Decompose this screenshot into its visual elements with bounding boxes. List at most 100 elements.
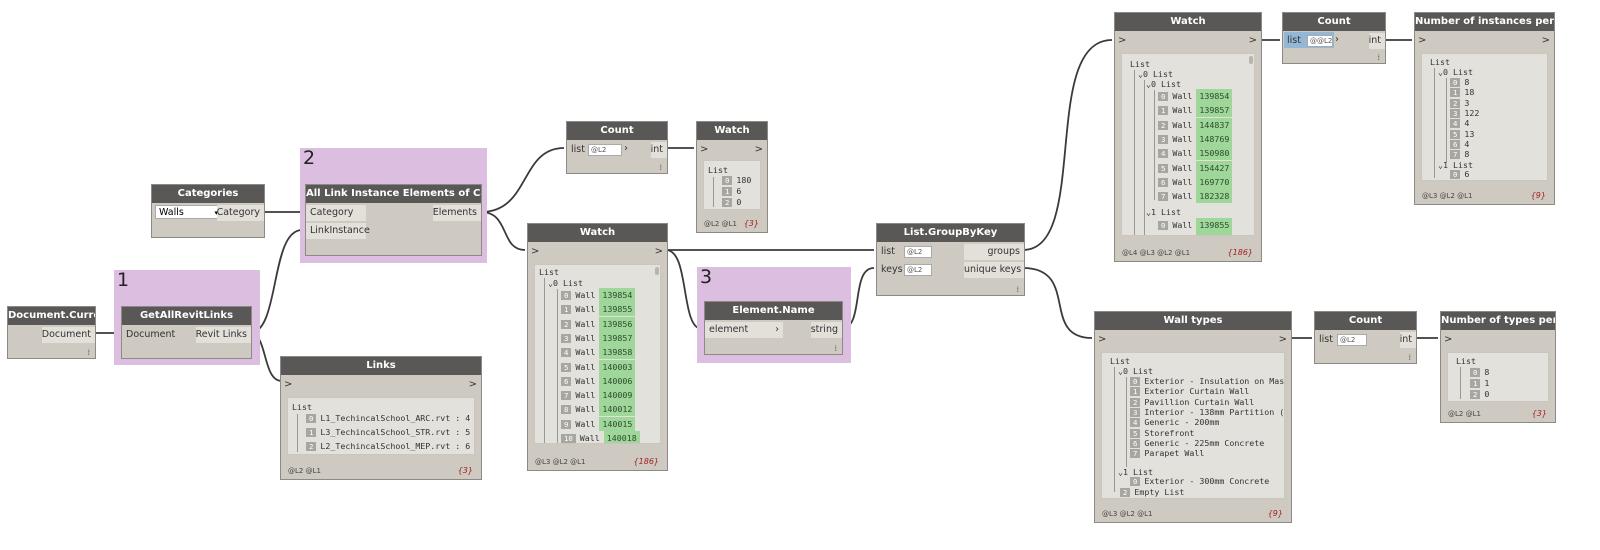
output-port-document[interactable]: Document — [41, 327, 95, 343]
list-item: 7 Parapet Wall — [1130, 446, 1204, 460]
output-port-string[interactable]: string — [810, 322, 842, 338]
input-port-list[interactable]: list — [1283, 33, 1301, 49]
output-port-unique-keys[interactable]: unique keys — [964, 262, 1024, 278]
item-count: {186} — [1227, 248, 1253, 257]
node-list-groupbykey[interactable]: List.GroupByKey list @L2 keys @L2 groups… — [876, 223, 1025, 296]
tree-line — [557, 289, 558, 443]
output-chevron-icon[interactable]: > — [1279, 333, 1287, 347]
input-chevron-icon[interactable]: > — [1118, 34, 1126, 48]
list-item: 1Wall139856 — [1158, 232, 1233, 235]
scrollbar[interactable] — [1249, 56, 1253, 64]
item-count: {3} — [1531, 409, 1547, 418]
resize-grip[interactable]: ⁞ — [1016, 285, 1019, 294]
lacing-levels: @L3 @L2 @L1 — [1422, 192, 1473, 200]
resize-grip[interactable]: ⁞ — [1377, 53, 1380, 62]
watch-display[interactable]: List 08 11 20 — [1447, 352, 1549, 402]
input-chevron-icon[interactable]: > — [1444, 333, 1452, 347]
watch-display[interactable]: List 0 180 16 20 — [703, 160, 761, 210]
lacing-selector[interactable]: @L2 — [904, 264, 932, 276]
output-chevron-icon[interactable]: > — [1542, 34, 1550, 48]
tree-line — [713, 177, 714, 207]
list-item: 9 Wall 140015 — [561, 416, 636, 431]
category-dropdown[interactable]: Walls ▾ — [155, 205, 222, 219]
node-get-all-revit-links[interactable]: GetAllRevitLinks Document Revit Links — [121, 306, 252, 359]
lacing-selector[interactable]: @L2 — [588, 144, 622, 156]
input-port-list[interactable]: list — [1315, 332, 1333, 348]
node-count-types[interactable]: Count list @L2 int ⁞ — [1314, 311, 1417, 364]
input-port-element[interactable]: element › — [705, 322, 783, 338]
node-document-current[interactable]: Document.Current Document ⁞ — [7, 306, 96, 359]
list-item: 6 Wall 169770 — [1158, 174, 1233, 189]
output-chevron-icon[interactable]: > — [655, 245, 663, 259]
node-title: Number of types per link — [1441, 312, 1555, 330]
resize-grip[interactable]: ⁞ — [87, 348, 90, 357]
output-port-int[interactable]: int — [650, 142, 667, 158]
dropdown-value: Walls — [159, 207, 184, 218]
watch-display[interactable]: List ⌄0 List ⌄0 List 0 Wall 139854 1 Wall 139… — [1121, 53, 1255, 236]
node-title: List.GroupByKey — [877, 224, 1024, 242]
watch-display[interactable]: List ⌄0 List 0 Exterior - Insulation on M… — [1101, 352, 1285, 499]
list-item: 2 Wall 144837 — [1158, 117, 1233, 132]
resize-grip[interactable]: ⁞ — [1408, 353, 1411, 362]
input-port-document[interactable]: Document — [122, 327, 175, 343]
item-count: {9} — [1267, 509, 1283, 518]
lacing-levels: @L3 @L2 @L1 — [1102, 510, 1153, 518]
watch-display[interactable]: List ⌄0 List 0 8 1 18 2 3 3 122 4 4 5 13 6 4 7 8 ⌄1 Lis… — [1421, 53, 1548, 181]
output-port-groups[interactable]: groups — [964, 244, 1024, 260]
node-title: Element.Name — [705, 302, 842, 320]
node-title: Watch — [528, 224, 667, 242]
node-wall-types[interactable]: Wall types > > List ⌄0 List 0 Exterior - … — [1094, 311, 1292, 523]
output-chevron-icon[interactable]: > — [1249, 34, 1257, 48]
input-port-category[interactable]: Category — [306, 205, 366, 221]
lacing-selector[interactable]: @@L2 — [1307, 35, 1333, 47]
output-port-int[interactable]: int — [1368, 33, 1385, 49]
scrollbar[interactable] — [655, 267, 659, 275]
group-number: 1 — [117, 269, 130, 291]
list-item: 5 Wall 140003 — [561, 359, 636, 374]
output-port-elements[interactable]: Elements — [432, 205, 481, 221]
tree-line — [1446, 78, 1447, 163]
output-chevron-icon[interactable]: > — [469, 378, 477, 392]
node-instances-per-type[interactable]: Number of instances per type > > List ⌄0… — [1414, 12, 1555, 205]
node-element-name[interactable]: Element.Name element › string ⁞ — [704, 301, 843, 355]
node-watch-elements[interactable]: Watch > > List ⌄0 List 0 Wall 139854 1 Wall 1… — [527, 223, 668, 471]
chevron-right-icon: › — [775, 324, 779, 335]
resize-grip[interactable]: ⁞ — [834, 344, 837, 353]
output-port-revit-links[interactable]: Revit Links — [195, 327, 251, 343]
group-number: 3 — [700, 266, 713, 288]
input-chevron-icon[interactable]: > — [1418, 34, 1426, 48]
lacing-selector[interactable]: @L2 — [904, 246, 932, 258]
input-port-keys[interactable]: keys — [877, 262, 903, 278]
list-item: 4 Wall 150980 — [1158, 146, 1233, 161]
node-count[interactable]: Count list @L2 › int ⁞ — [566, 121, 668, 174]
sublist-header: ⌄1 List — [1146, 207, 1181, 217]
input-chevron-icon[interactable]: > — [531, 245, 539, 259]
node-watch-groups[interactable]: Watch > > List ⌄0 List ⌄0 List 0 Wall 1398… — [1114, 12, 1262, 262]
output-chevron-icon[interactable]: > — [755, 143, 763, 157]
input-port-list[interactable]: list — [877, 244, 895, 260]
node-title: Document.Current — [8, 307, 95, 325]
watch-display[interactable]: List ⌄0 List 0 Wall 139854 1 Wall 139855 2 Wall… — [534, 264, 661, 444]
lacing-selector[interactable]: @L2 — [1337, 334, 1367, 346]
input-port-link-instance[interactable]: LinkInstance — [306, 223, 370, 239]
chevron-right-icon: › — [624, 143, 628, 154]
watch-display[interactable]: List 0 L1_TechincalSchool_ARC.rvt : 4 : 1… — [287, 397, 475, 455]
node-link-instance-elements[interactable]: All Link Instance Elements of Category C… — [305, 184, 482, 256]
node-types-per-link[interactable]: Number of types per link > List 08 11 20… — [1440, 311, 1556, 423]
list-item: 10 Wall 140018 — [561, 431, 640, 443]
node-count-groups[interactable]: Count list @@L2 › int ⁞ — [1282, 12, 1386, 64]
node-watch-count[interactable]: Watch > > List 0 180 16 20 @L2 @L1 {3} — [696, 121, 768, 233]
output-port-category[interactable]: Category — [216, 205, 264, 221]
input-port-list[interactable]: list — [567, 142, 585, 158]
output-port-int[interactable]: int — [1399, 332, 1416, 348]
input-chevron-icon[interactable]: > — [700, 143, 708, 157]
resize-grip[interactable]: ⁞ — [659, 163, 662, 172]
item-count: {186} — [633, 457, 659, 466]
input-chevron-icon[interactable]: > — [284, 378, 292, 392]
input-chevron-icon[interactable]: > — [1098, 333, 1106, 347]
item-count: {9} — [1530, 191, 1546, 200]
tree-line — [1154, 90, 1155, 200]
node-links-watch[interactable]: Links > > List 0 L1_TechincalSchool_ARC.r… — [280, 356, 482, 480]
node-title: Count — [567, 122, 667, 140]
node-categories[interactable]: Categories Walls ▾ Category — [151, 184, 265, 238]
